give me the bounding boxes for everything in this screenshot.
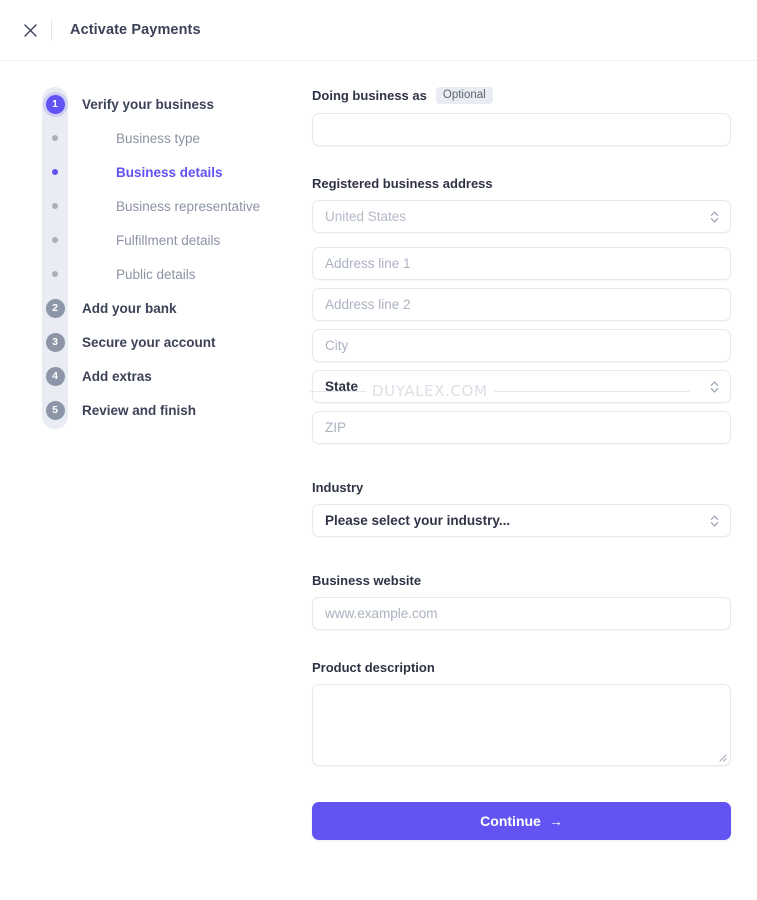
label-text: Business website (312, 573, 422, 588)
substep-dot-icon (52, 237, 58, 243)
label-industry: Industry (312, 480, 731, 495)
sidebar-substep-public-details[interactable]: Public details (42, 257, 312, 291)
substep-marker (42, 169, 68, 175)
step-label: Secure your account (82, 334, 216, 350)
sidebar-step-verify-your-business[interactable]: 1 Verify your business (42, 87, 312, 121)
sidebar: 1 Verify your business Business type Bus… (0, 87, 312, 840)
step-number-badge: 1 (45, 94, 65, 114)
page-title: Activate Payments (70, 22, 201, 38)
label-text: Industry (312, 480, 364, 495)
step-marker: 5 (42, 400, 68, 420)
step-marker: 3 (42, 332, 68, 352)
substep-label: Business representative (116, 198, 261, 214)
resize-handle-icon[interactable] (717, 752, 727, 762)
page-body: 1 Verify your business Business type Bus… (0, 61, 757, 840)
label-text: Doing business as (312, 88, 427, 103)
label-product-description: Product description (312, 660, 731, 675)
input-placeholder: Address line 2 (325, 297, 411, 312)
industry-select[interactable]: Please select your industry... (312, 504, 731, 537)
step-number-badge: 5 (45, 400, 65, 420)
product-description-textarea[interactable] (312, 684, 731, 766)
status-badge-optional: Optional (435, 87, 493, 104)
zip-input[interactable]: ZIP (312, 411, 731, 444)
country-select[interactable]: United States (312, 200, 731, 233)
business-details-form: Doing business as Optional Registered bu… (312, 87, 757, 840)
sidebar-step-secure-your-account[interactable]: 3 Secure your account (42, 325, 312, 359)
sidebar-substep-fulfillment-details[interactable]: Fulfillment details (42, 223, 312, 257)
chevron-updown-icon (710, 514, 719, 528)
header-divider (51, 19, 52, 41)
close-button[interactable] (13, 13, 47, 47)
substep-label: Public details (116, 266, 196, 282)
step-label: Add your bank (82, 300, 177, 316)
address-line-1-input[interactable]: Address line 1 (312, 247, 731, 280)
step-label: Review and finish (82, 402, 197, 418)
sidebar-step-add-extras[interactable]: 4 Add extras (42, 359, 312, 393)
substep-label: Fulfillment details (116, 232, 221, 248)
country-select-value: United States (325, 209, 407, 224)
input-placeholder: Address line 1 (325, 256, 411, 271)
arrow-right-icon: → (548, 813, 563, 829)
business-website-input[interactable]: www.example.com (312, 597, 731, 630)
chevron-updown-icon (710, 380, 719, 394)
sidebar-substep-business-type[interactable]: Business type (42, 121, 312, 155)
step-marker: 2 (42, 298, 68, 318)
field-business-website: Business website www.example.com (312, 573, 731, 630)
substep-label: Business details (116, 164, 223, 180)
substep-dot-icon (52, 135, 58, 141)
sidebar-substep-business-details[interactable]: Business details (42, 155, 312, 189)
app-header: Activate Payments (0, 0, 757, 61)
substep-label: Business type (116, 130, 201, 146)
input-placeholder: www.example.com (325, 606, 438, 621)
close-icon (23, 23, 37, 37)
substep-marker (42, 237, 68, 243)
sidebar-substep-business-representative[interactable]: Business representative (42, 189, 312, 223)
substep-dot-icon (52, 169, 58, 175)
state-select[interactable]: State (312, 370, 731, 403)
doing-business-as-input[interactable] (312, 113, 731, 146)
label-doing-business-as: Doing business as Optional (312, 87, 731, 104)
chevron-updown-icon (710, 210, 719, 224)
step-number-badge: 3 (45, 332, 65, 352)
address-fields-stack: Address line 1 Address line 2 City State (312, 247, 731, 444)
continue-button-label: Continue (480, 813, 541, 829)
step-label: Add extras (82, 368, 152, 384)
field-industry: Industry Please select your industry... (312, 480, 731, 537)
city-input[interactable]: City (312, 329, 731, 362)
substep-dot-icon (52, 203, 58, 209)
onboarding-stepper: 1 Verify your business Business type Bus… (42, 87, 312, 429)
continue-button[interactable]: Continue → (312, 802, 731, 840)
substep-marker (42, 135, 68, 141)
step-marker: 4 (42, 366, 68, 386)
state-select-value: State (325, 379, 359, 394)
step-number-badge: 4 (45, 366, 65, 386)
address-line-2-input[interactable]: Address line 2 (312, 288, 731, 321)
field-registered-business-address: Registered business address United State… (312, 176, 731, 444)
label-text: Registered business address (312, 176, 493, 191)
input-placeholder: City (325, 338, 349, 353)
field-doing-business-as: Doing business as Optional (312, 87, 731, 146)
substep-marker (42, 203, 68, 209)
step-number-badge: 2 (45, 298, 65, 318)
sidebar-step-review-and-finish[interactable]: 5 Review and finish (42, 393, 312, 427)
label-text: Product description (312, 660, 435, 675)
label-registered-business-address: Registered business address (312, 176, 731, 191)
sidebar-step-add-your-bank[interactable]: 2 Add your bank (42, 291, 312, 325)
input-placeholder: ZIP (325, 420, 347, 435)
substep-marker (42, 271, 68, 277)
step-marker: 1 (42, 94, 68, 114)
field-product-description: Product description (312, 660, 731, 766)
substep-dot-icon (52, 271, 58, 277)
label-business-website: Business website (312, 573, 731, 588)
step-label: Verify your business (82, 96, 215, 112)
industry-select-value: Please select your industry... (325, 513, 511, 528)
